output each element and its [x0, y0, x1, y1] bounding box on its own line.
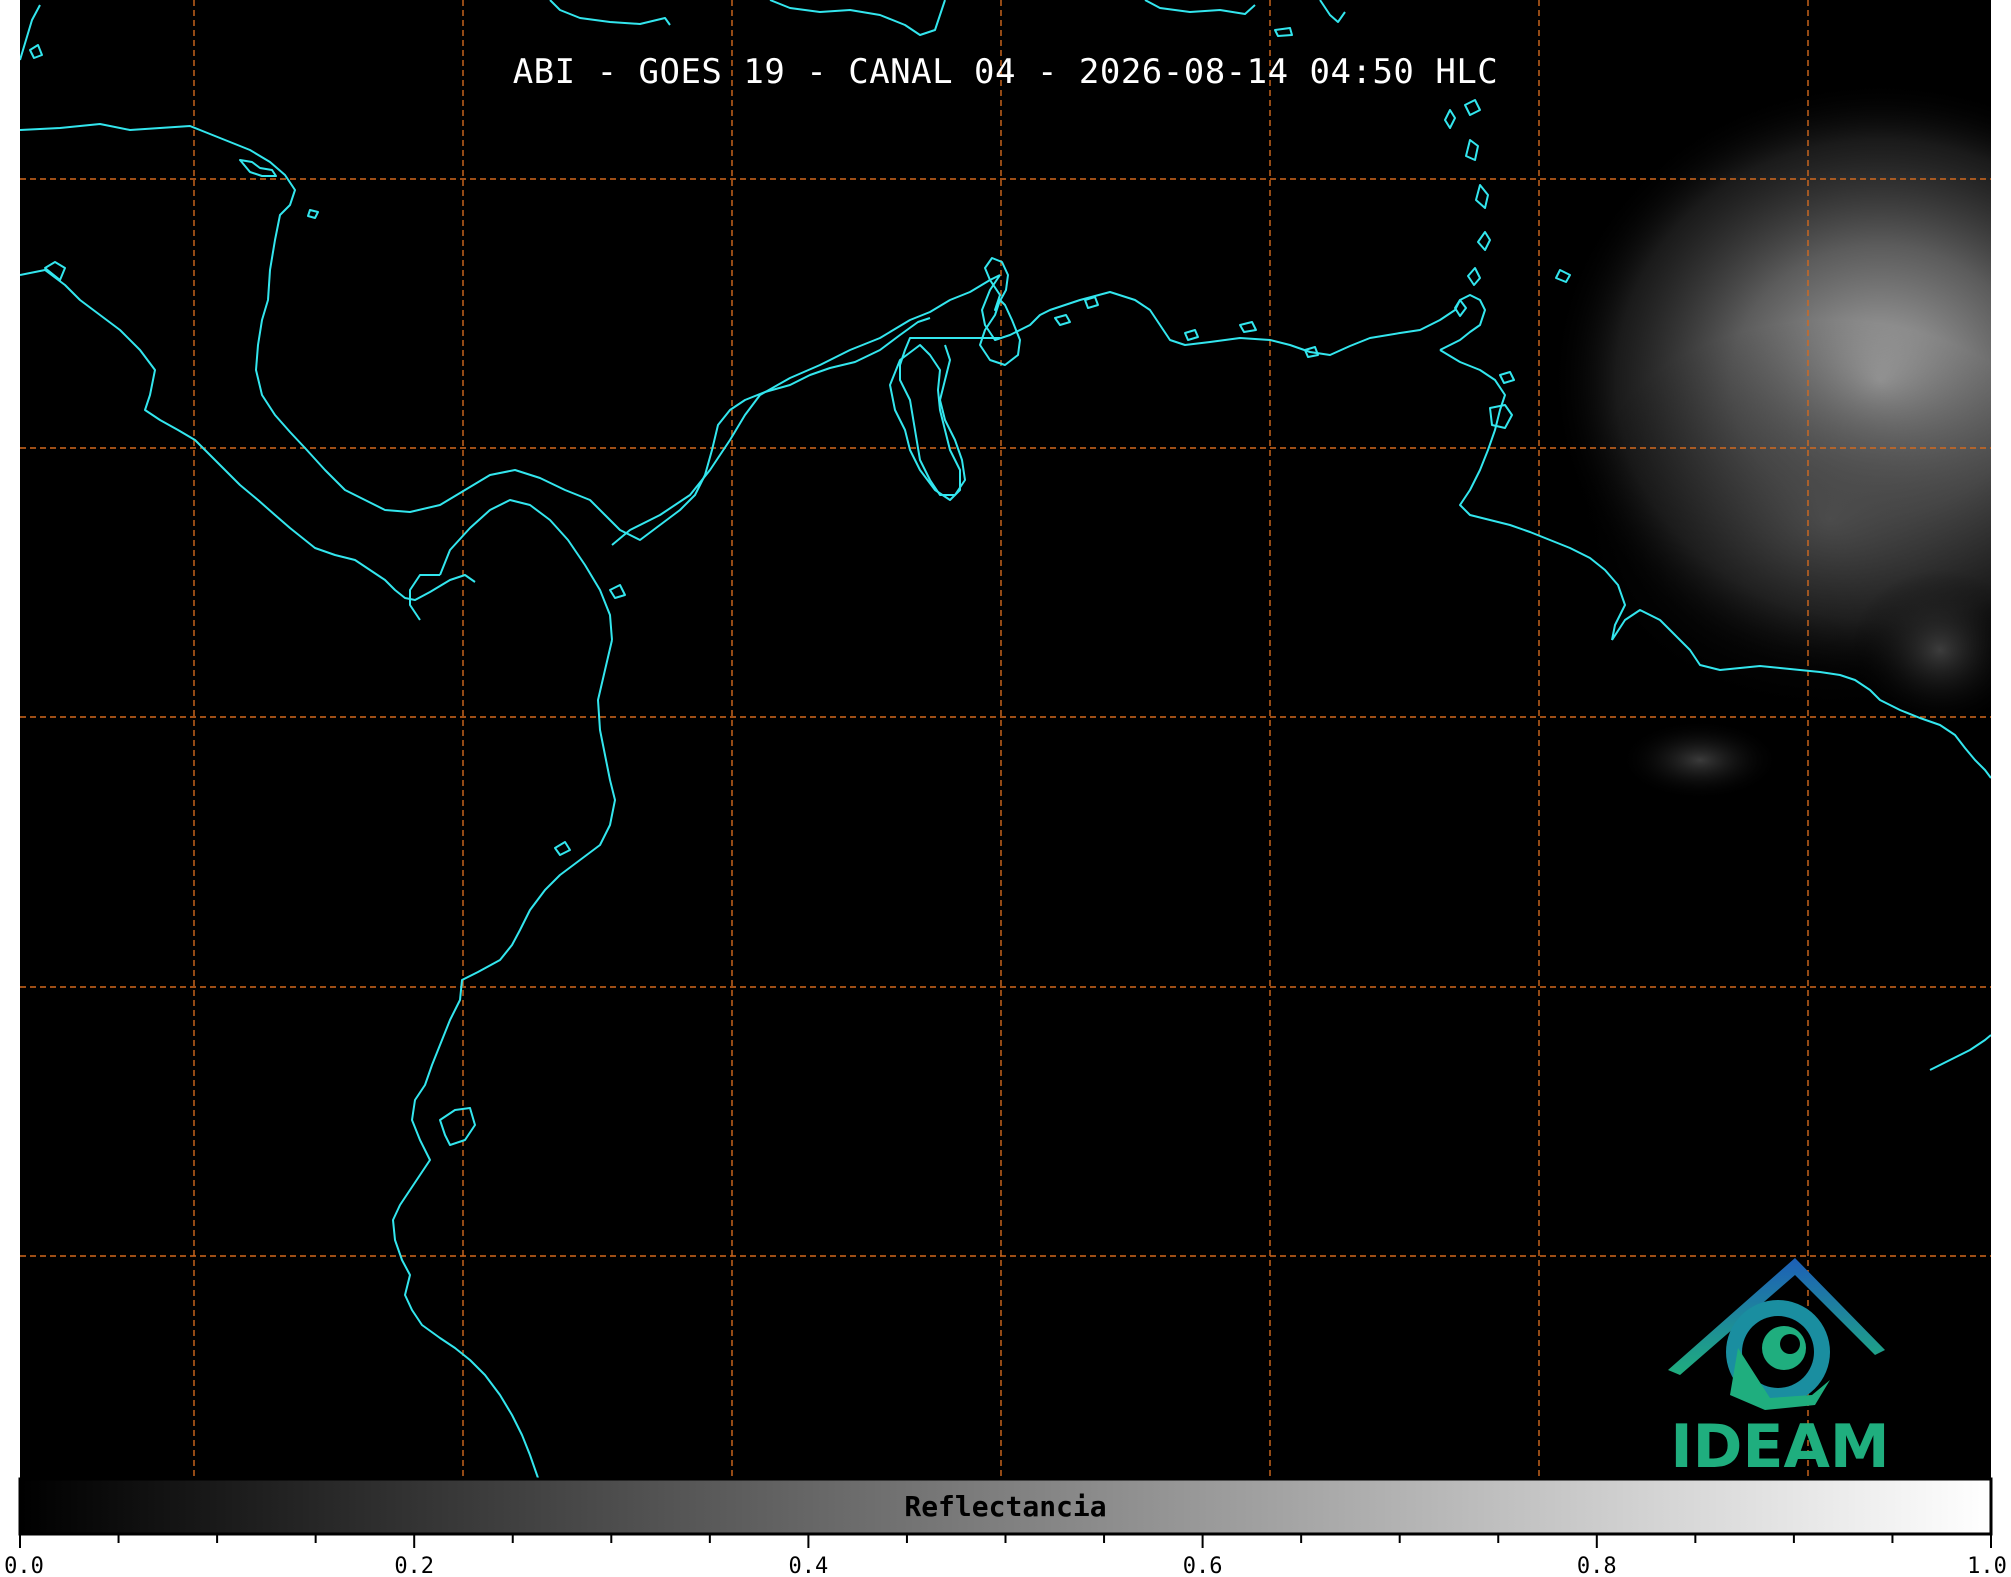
colorbar-tick-label: 0.0: [4, 1554, 44, 1577]
colorbar-label: Reflectancia: [904, 1490, 1107, 1523]
colorbar-tick-label: 0.8: [1576, 1554, 1617, 1577]
colorbar-tick-label: 0.4: [788, 1554, 829, 1577]
colorbar-tick-label: 0.6: [1182, 1554, 1223, 1577]
map-title: ABI - GOES 19 - CANAL 04 - 2026-08-14 04…: [512, 52, 1499, 92]
satellite-viewer: ABI - GOES 19 - CANAL 04 - 2026-08-14 04…: [0, 0, 2011, 1577]
ideam-logo-text: IDEAM: [1670, 1412, 1890, 1482]
colorbar-tick-label: 0.2: [394, 1554, 435, 1577]
colorbar-tick-label: 1.0: [1967, 1554, 2007, 1577]
satellite-map: [18, 0, 1993, 1548]
colorbar-ticks: [19, 1534, 1992, 1548]
